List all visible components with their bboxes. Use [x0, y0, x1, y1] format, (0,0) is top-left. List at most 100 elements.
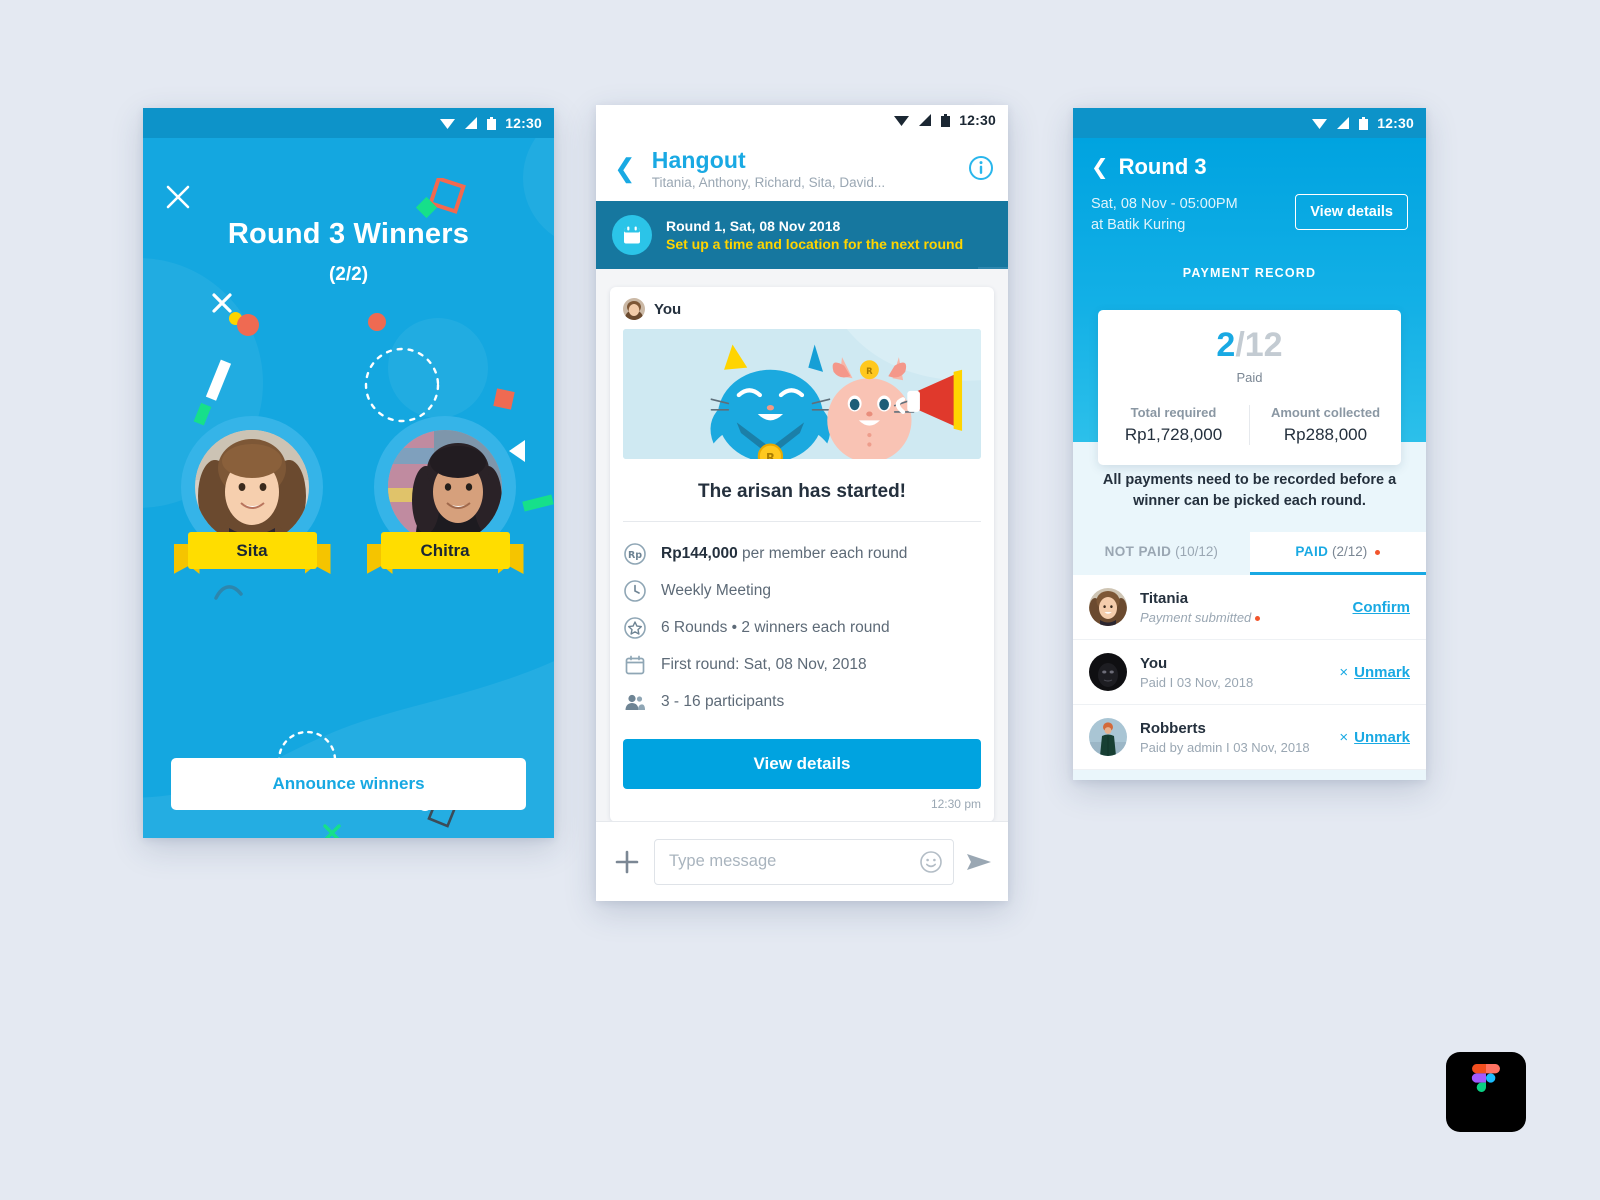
page-title: Round 3 Winners	[227, 218, 470, 250]
row-action: × Unmark	[1339, 664, 1410, 681]
calendar-icon	[625, 655, 645, 675]
arisan-message-card: You R R The arisan has started! Rp Rp144…	[610, 287, 994, 822]
status-time: 12:30	[505, 115, 542, 131]
round-location: at Batik Kuring	[1091, 217, 1186, 234]
calendar-icon	[612, 215, 652, 255]
chat-titles: Hangout Titania, Anthony, Richard, Sita,…	[652, 147, 964, 190]
view-details-button[interactable]: View details	[1295, 194, 1408, 230]
fact-bold: Rp144,000	[661, 545, 738, 562]
svg-text:R: R	[866, 366, 873, 376]
send-icon[interactable]	[964, 847, 994, 877]
fact-text: Rp144,000 per member each round	[661, 545, 907, 563]
avatar-robberts	[1089, 718, 1127, 757]
next-round-banner[interactable]: Round 1, Sat, 08 Nov 2018 Set up a time …	[596, 201, 1008, 269]
round-datetime: Sat, 08 Nov - 05:00PM	[1091, 196, 1238, 212]
message-timestamp: 12:30 pm	[930, 797, 981, 811]
wifi-icon	[440, 119, 456, 129]
chevron-left-icon[interactable]: ❮	[1091, 157, 1109, 178]
table-row: Titania Payment submitted Confirm	[1073, 575, 1426, 641]
notification-dot	[1255, 615, 1261, 621]
fact-row: First round: Sat, 08 Nov, 2018	[623, 647, 981, 684]
phone-screen-payment: 12:30 ❮ Round 3 Sat, 08 Nov - 05:00PM at…	[1073, 108, 1426, 780]
wifi-icon	[1312, 119, 1328, 129]
fact-text: 6 Rounds • 2 winners each round	[661, 619, 890, 636]
member-name: Robberts	[1140, 719, 1206, 737]
total-required-label: Total required	[1130, 405, 1217, 420]
banner-text: Round 1, Sat, 08 Nov 2018 Set up a time …	[666, 218, 963, 252]
table-row: Robberts Paid by admin I 03 Nov, 2018 × …	[1073, 705, 1426, 771]
status-time: 12:30	[1377, 115, 1414, 131]
tab-not-paid[interactable]: NOT PAID (10/12)	[1073, 532, 1250, 575]
phone-screen-chat: 12:30 ❮ Hangout Titania, Anthony, Richar…	[596, 105, 1008, 901]
star-badge-icon	[624, 617, 646, 639]
payment-list: Titania Payment submitted Confirm You Pa…	[1073, 575, 1426, 771]
close-icon[interactable]: ×	[1339, 664, 1348, 681]
tab-not-paid-count: (10/12)	[1175, 544, 1218, 560]
message-input[interactable]	[654, 838, 954, 885]
signal-icon	[919, 114, 932, 126]
round-when-where: Sat, 08 Nov - 05:00PM at Batik Kuring	[1091, 194, 1238, 236]
round-header: ❮ Round 3	[1091, 154, 1408, 180]
message-headline: The arisan has started!	[697, 481, 907, 502]
smiley-icon[interactable]	[919, 850, 943, 874]
close-icon[interactable]	[165, 184, 191, 210]
row-info: Robberts Paid by admin I 03 Nov, 2018	[1140, 720, 1326, 755]
view-details-button[interactable]: View details	[623, 739, 981, 789]
clock-icon	[624, 580, 646, 602]
close-icon[interactable]: ×	[1339, 729, 1348, 746]
avatar	[623, 298, 645, 320]
tab-not-paid-label: NOT PAID	[1104, 544, 1172, 560]
page-title: Round 3	[1118, 154, 1207, 179]
winner-name: Sita	[236, 540, 268, 560]
round-hero: ❮ Round 3 Sat, 08 Nov - 05:00PM at Batik…	[1073, 138, 1426, 465]
svg-text:Rp: Rp	[628, 550, 642, 561]
battery-icon	[941, 113, 951, 127]
avatar	[195, 430, 309, 544]
status-bar: 12:30	[1073, 108, 1426, 138]
winners-list: Sita Chitra	[143, 416, 554, 574]
name-ribbon: Chitra	[366, 532, 524, 574]
announce-winners-button[interactable]: Announce winners	[171, 758, 526, 810]
amount-collected-value: Rp288,000	[1283, 425, 1368, 444]
chevron-left-icon[interactable]: ❮	[608, 155, 642, 181]
chat-app-bar: ❮ Hangout Titania, Anthony, Richard, Sit…	[596, 135, 1008, 201]
fact-row: Rp Rp144,000 per member each round	[623, 536, 981, 573]
amount-collected: Amount collected Rp288,000	[1249, 405, 1401, 445]
member-status: Paid I 03 Nov, 2018	[1140, 674, 1254, 690]
status-time: 12:30	[959, 112, 996, 128]
avatar-you	[1089, 653, 1127, 692]
chat-scroll-area[interactable]: You R R The arisan has started! Rp Rp144…	[596, 269, 1008, 822]
row-action: Confirm	[1353, 599, 1411, 616]
totals-row: Total required Rp1,728,000 Amount collec…	[1098, 405, 1401, 445]
info-icon[interactable]	[968, 155, 994, 181]
figma-logo-icon	[1446, 1052, 1526, 1132]
fact-text: Weekly Meeting	[661, 582, 771, 599]
amount-collected-label: Amount collected	[1270, 405, 1381, 420]
fact-row: 6 Rounds • 2 winners each round	[623, 610, 981, 647]
avatar	[388, 430, 502, 544]
unmark-link[interactable]: Unmark	[1354, 729, 1410, 746]
chat-title: Hangout	[651, 146, 746, 173]
confetti-x-white	[212, 293, 232, 313]
row-info: Titania Payment submitted	[1140, 590, 1340, 625]
row-action: × Unmark	[1339, 729, 1410, 746]
two-cats-megaphone-illustration: R R	[623, 329, 981, 459]
signal-icon	[465, 117, 478, 129]
plus-icon[interactable]	[610, 845, 644, 879]
tab-paid-count: (2/12)	[1332, 544, 1368, 560]
battery-icon	[487, 116, 497, 130]
paid-ratio: 2/12	[1098, 328, 1401, 362]
unmark-link[interactable]: Unmark	[1354, 664, 1410, 681]
round-meta: Sat, 08 Nov - 05:00PM at Batik Kuring Vi…	[1091, 194, 1408, 236]
confirm-link[interactable]: Confirm	[1353, 599, 1411, 616]
confetti-dot-red	[368, 313, 386, 331]
tab-paid-label: PAID	[1295, 544, 1329, 560]
rupiah-icon: Rp	[624, 543, 646, 565]
total-required-value: Rp1,728,000	[1124, 425, 1223, 444]
fact-text: First round: Sat, 08 Nov, 2018	[661, 656, 867, 673]
winner-card[interactable]: Sita	[170, 416, 335, 574]
winner-card[interactable]: Chitra	[363, 416, 528, 574]
tab-paid[interactable]: PAID (2/12)	[1249, 532, 1426, 576]
phone-screen-winners: 12:30 Round 3 Winners (2/2) Sita Chitra …	[143, 108, 554, 838]
confetti-square-red	[493, 388, 515, 410]
